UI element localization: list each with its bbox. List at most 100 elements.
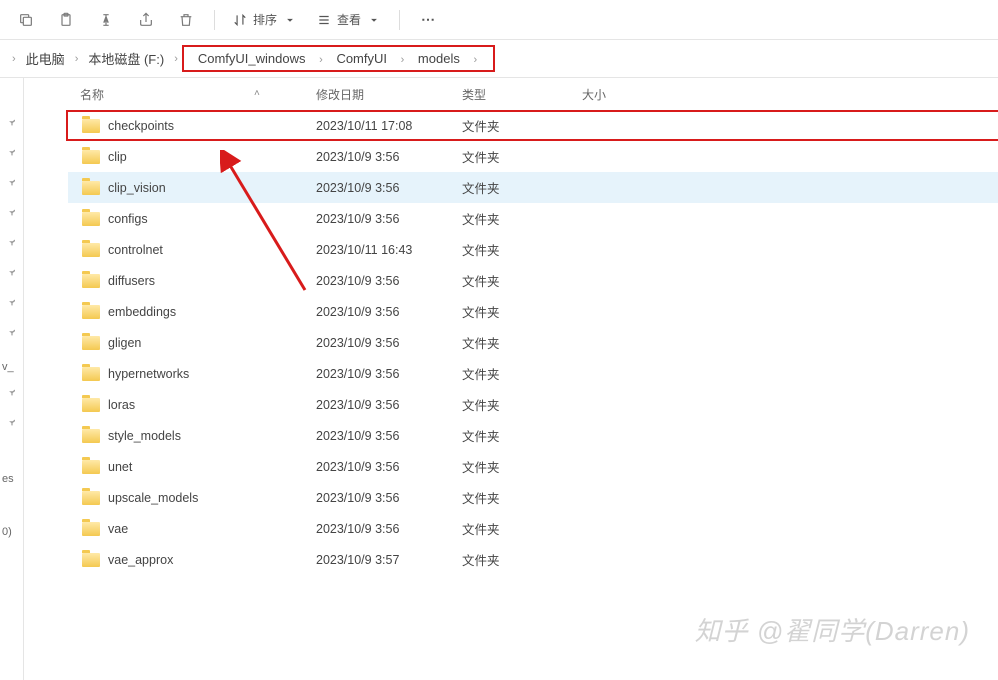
file-name: vae_approx: [108, 553, 173, 567]
copy-button[interactable]: [8, 4, 44, 36]
file-type: 文件夹: [462, 271, 582, 290]
file-name: diffusers: [108, 274, 155, 288]
file-name: controlnet: [108, 243, 163, 257]
pin-icon[interactable]: [0, 408, 23, 438]
chevron-right-icon: ›: [467, 54, 483, 66]
pin-icon[interactable]: [0, 168, 23, 198]
folder-icon: [82, 460, 100, 474]
file-type: 文件夹: [462, 550, 582, 569]
view-dropdown[interactable]: 查看: [309, 4, 389, 36]
column-date[interactable]: 修改日期: [316, 86, 462, 103]
file-name: clip_vision: [108, 181, 166, 195]
sort-label: 排序: [253, 11, 277, 28]
table-row[interactable]: embeddings2023/10/9 3:56文件夹: [68, 296, 998, 327]
paste-button[interactable]: [48, 4, 84, 36]
pin-icon[interactable]: [0, 378, 23, 408]
more-button[interactable]: ⋯: [410, 4, 446, 36]
breadcrumb-highlight: ComfyUI_windows › ComfyUI › models ›: [182, 45, 495, 72]
table-row[interactable]: upscale_models2023/10/9 3:56文件夹: [68, 482, 998, 513]
file-name: checkpoints: [108, 119, 174, 133]
table-row[interactable]: style_models2023/10/9 3:56文件夹: [68, 420, 998, 451]
chevron-right-icon: ›: [313, 54, 329, 66]
share-button[interactable]: [128, 4, 164, 36]
column-name[interactable]: 名称: [68, 86, 316, 103]
pin-icon[interactable]: [0, 108, 23, 138]
folder-icon: [82, 522, 100, 536]
table-row[interactable]: vae2023/10/9 3:56文件夹: [68, 513, 998, 544]
file-date: 2023/10/9 3:56: [316, 429, 462, 443]
sort-dropdown[interactable]: 排序: [225, 4, 305, 36]
folder-icon: [82, 553, 100, 567]
file-type: 文件夹: [462, 457, 582, 476]
table-row[interactable]: diffusers2023/10/9 3:56文件夹: [68, 265, 998, 296]
svg-text:A: A: [104, 18, 108, 24]
sort-indicator-icon: ˄: [254, 88, 260, 99]
pin-icon[interactable]: [0, 318, 23, 348]
file-date: 2023/10/11 16:43: [316, 243, 462, 257]
column-size[interactable]: 大小: [582, 86, 682, 103]
pin-icon[interactable]: [0, 258, 23, 288]
table-row[interactable]: loras2023/10/9 3:56文件夹: [68, 389, 998, 420]
file-date: 2023/10/9 3:56: [316, 150, 462, 164]
file-type: 文件夹: [462, 333, 582, 352]
folder-icon: [82, 305, 100, 319]
file-date: 2023/10/11 17:08: [316, 119, 462, 133]
table-row[interactable]: checkpoints2023/10/11 17:08文件夹: [66, 110, 998, 141]
content-area: v_ es 0) 名称 ˄ 修改日期 类型 大小 checkpoints 2023…: [0, 78, 998, 680]
folder-icon: [82, 212, 100, 226]
table-row[interactable]: hypernetworks 2023/10/9 3:56文件夹: [68, 358, 998, 389]
table-row[interactable]: clip_vision2023/10/9 3:56文件夹: [68, 172, 998, 203]
file-type: 文件夹: [462, 519, 582, 538]
breadcrumb-item[interactable]: 此电脑: [22, 47, 69, 70]
file-name: gligen: [108, 336, 141, 350]
folder-icon: [82, 181, 100, 195]
file-date: 2023/10/9 3:56: [316, 367, 462, 381]
chevron-down-icon: [367, 13, 381, 27]
chevron-right-icon: ›: [395, 54, 411, 66]
rename-button[interactable]: A: [88, 4, 124, 36]
file-type: 文件夹: [462, 395, 582, 414]
table-row[interactable]: controlnet2023/10/11 16:43文件夹: [68, 234, 998, 265]
table-row[interactable]: gligen2023/10/9 3:56文件夹: [68, 327, 998, 358]
table-row[interactable]: configs2023/10/9 3:56文件夹: [68, 203, 998, 234]
file-type: 文件夹: [462, 178, 582, 197]
chevron-down-icon: [283, 13, 297, 27]
pin-icon[interactable]: [0, 138, 23, 168]
watermark: 知乎 @翟同学(Darren): [695, 611, 970, 648]
file-name: unet: [108, 460, 132, 474]
breadcrumb-item[interactable]: models: [414, 51, 464, 66]
folder-icon: [82, 336, 100, 350]
folder-icon: [82, 243, 100, 257]
file-name: embeddings: [108, 305, 176, 319]
table-row[interactable]: vae_approx2023/10/9 3:57文件夹: [68, 544, 998, 575]
toolbar: A 排序 查看 ⋯: [0, 0, 998, 40]
sidebar-text: es: [0, 468, 23, 490]
view-label: 查看: [337, 11, 361, 28]
sidebar: v_ es 0): [0, 78, 24, 680]
table-row[interactable]: unet2023/10/9 3:56文件夹: [68, 451, 998, 482]
file-type: 文件夹: [462, 209, 582, 228]
table-row[interactable]: clip2023/10/9 3:56文件夹: [68, 141, 998, 172]
breadcrumb-item[interactable]: ComfyUI_windows: [194, 51, 310, 66]
folder-icon: [82, 119, 100, 133]
file-name: hypernetworks: [108, 367, 189, 381]
pin-icon[interactable]: [0, 228, 23, 258]
file-name: clip: [108, 150, 127, 164]
sidebar-text: v_: [0, 356, 23, 378]
breadcrumb-item[interactable]: 本地磁盘 (F:): [84, 47, 168, 70]
delete-button[interactable]: [168, 4, 204, 36]
file-name: configs: [108, 212, 148, 226]
folder-icon: [82, 398, 100, 412]
file-type: 文件夹: [462, 364, 582, 383]
folder-icon: [82, 367, 100, 381]
file-list: 名称 ˄ 修改日期 类型 大小 checkpoints 2023/10/11 17…: [24, 78, 998, 680]
pin-icon[interactable]: [0, 198, 23, 228]
breadcrumb-item[interactable]: ComfyUI: [332, 51, 391, 66]
chevron-right-icon: ›: [6, 53, 22, 65]
pin-icon[interactable]: [0, 288, 23, 318]
column-type[interactable]: 类型: [462, 86, 582, 103]
folder-icon: [82, 491, 100, 505]
file-name: vae: [108, 522, 128, 536]
file-name: loras: [108, 398, 135, 412]
toolbar-separator: [214, 10, 215, 30]
